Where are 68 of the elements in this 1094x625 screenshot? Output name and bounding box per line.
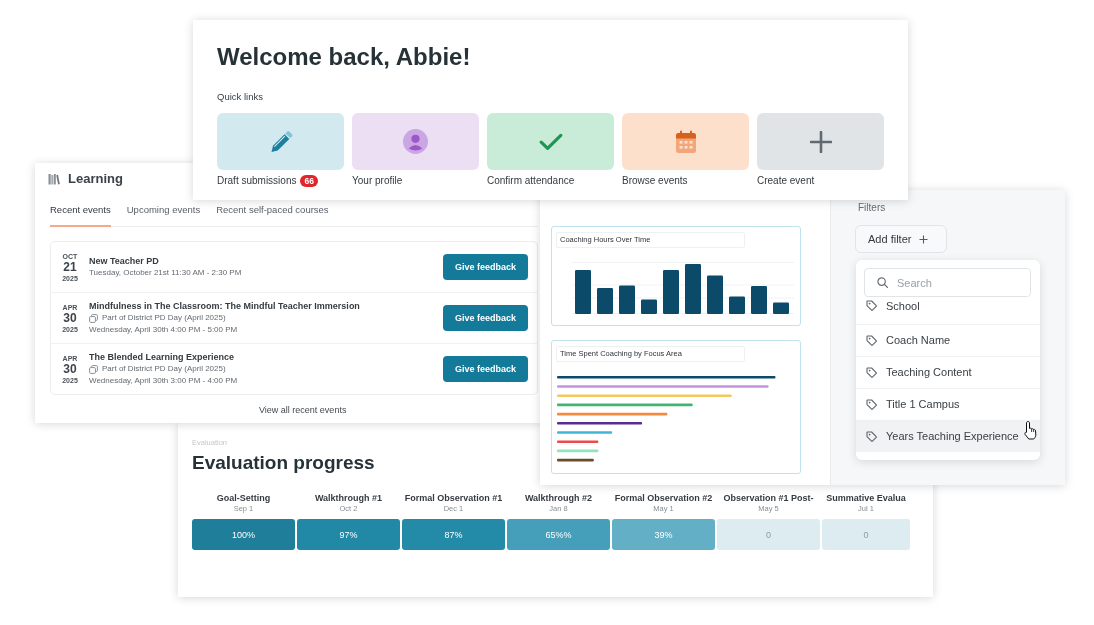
filter-option[interactable]: School bbox=[856, 297, 1040, 324]
add-filter-button[interactable]: Add filter bbox=[855, 225, 947, 253]
feedback-button[interactable]: Give feedback bbox=[443, 254, 528, 280]
tag-icon bbox=[866, 367, 877, 378]
section-label: Quick links bbox=[217, 91, 264, 103]
step-name: Summative Evalua bbox=[825, 492, 907, 504]
tag-icon bbox=[866, 399, 877, 410]
progress-cell: 97% bbox=[297, 519, 400, 550]
quick-link-tile[interactable] bbox=[352, 113, 479, 170]
filter-option[interactable]: Teaching Content bbox=[856, 356, 1040, 388]
calendar-icon bbox=[674, 129, 697, 154]
progress-cell: 0 bbox=[717, 519, 820, 550]
feedback-button[interactable]: Give feedback bbox=[443, 305, 528, 331]
copy-icon bbox=[89, 313, 98, 323]
card-title: Learning bbox=[68, 171, 123, 187]
feedback-button[interactable]: Give feedback bbox=[443, 356, 528, 382]
quick-link-tile[interactable] bbox=[757, 113, 884, 170]
quick-link-label[interactable]: Your profile bbox=[352, 174, 403, 188]
page-title: Welcome back, Abbie! bbox=[217, 42, 472, 72]
search-field[interactable]: Search bbox=[864, 268, 1031, 297]
step-name: Formal Observation #1 bbox=[403, 492, 504, 504]
event-time: Wednesday, April 30th 3:00 PM - 4:00 PM bbox=[89, 375, 239, 387]
panel-label: Filters bbox=[858, 202, 887, 214]
progress-cell: 39% bbox=[612, 519, 715, 550]
plus-icon bbox=[919, 234, 929, 244]
progress-cell: 87% bbox=[402, 519, 505, 550]
plus-icon bbox=[809, 130, 832, 153]
copy-icon bbox=[89, 364, 98, 374]
tag-icon bbox=[866, 300, 877, 311]
tab[interactable]: Recent events bbox=[50, 204, 111, 227]
event-day: 21 bbox=[63, 260, 77, 274]
event-series: Part of District PD Day (April 2025) bbox=[102, 363, 226, 375]
event-time: Tuesday, October 21st 11:30 AM - 2:30 PM bbox=[89, 267, 243, 279]
view-all-link[interactable]: View all recent events bbox=[259, 404, 347, 416]
check-icon bbox=[538, 132, 563, 151]
search-icon bbox=[877, 277, 888, 288]
quick-link-label[interactable]: Browse events bbox=[622, 174, 688, 188]
filter-option[interactable]: Years Teaching Experience bbox=[856, 420, 1040, 452]
tab[interactable]: Recent self-paced courses bbox=[216, 204, 329, 227]
step-name: Formal Observation #2 bbox=[613, 492, 714, 504]
books-icon bbox=[48, 173, 60, 185]
quick-link-label[interactable]: Confirm attendance bbox=[487, 174, 575, 188]
profile-icon bbox=[403, 129, 428, 154]
progress-cell: 0 bbox=[822, 519, 910, 550]
event-series: Part of District PD Day (April 2025) bbox=[102, 312, 226, 324]
step-name: Goal-Setting bbox=[215, 492, 272, 504]
event-title: Mindfulness in The Classroom: The Mindful Teacher Immersion bbox=[89, 300, 361, 312]
quick-link-tile[interactable] bbox=[487, 113, 614, 170]
tag-icon bbox=[866, 335, 877, 346]
event-title: New Teacher PD bbox=[89, 255, 160, 267]
progress-cell: 65%% bbox=[507, 519, 610, 550]
quick-link-tile[interactable] bbox=[622, 113, 749, 170]
step-name: Observation #1 Post- bbox=[722, 492, 815, 504]
event-time: Wednesday, April 30th 4:00 PM - 5:00 PM bbox=[89, 324, 239, 336]
quick-link-label[interactable]: Draft submissions bbox=[217, 174, 297, 188]
event-title: The Blended Learning Experience bbox=[89, 351, 236, 363]
tag-icon bbox=[866, 431, 877, 442]
event-day: 30 bbox=[63, 362, 77, 376]
section-title: Evaluation progress bbox=[192, 451, 376, 475]
filter-option[interactable]: Coach Name bbox=[856, 324, 1040, 356]
step-name: Walkthrough #1 bbox=[313, 492, 384, 504]
quick-link-label[interactable]: Create event bbox=[757, 174, 815, 188]
event-day: 30 bbox=[63, 311, 77, 325]
quick-link-tile[interactable] bbox=[217, 113, 344, 170]
progress-cell: 100% bbox=[192, 519, 295, 550]
tab[interactable]: Upcoming events bbox=[126, 204, 201, 227]
step-name: Walkthrough #2 bbox=[523, 492, 594, 504]
count-badge: 66 bbox=[300, 175, 318, 187]
